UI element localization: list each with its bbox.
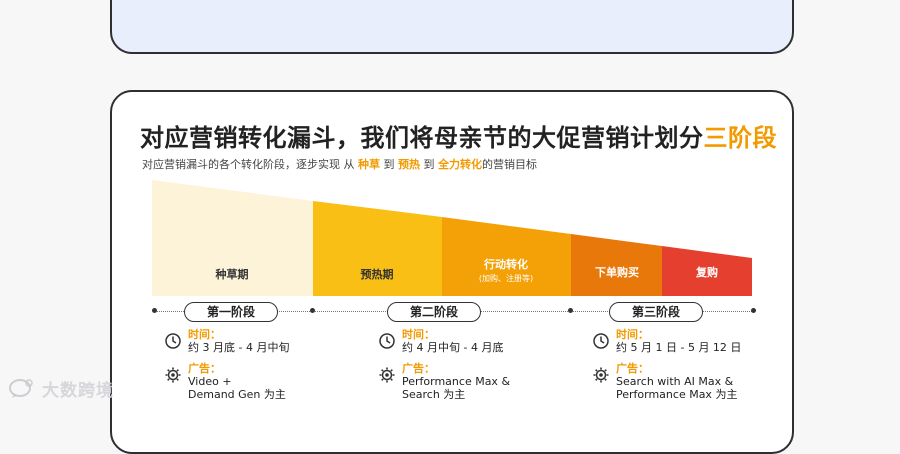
gear-icon: [379, 367, 395, 383]
ad-line-2: Performance Max 为主: [616, 388, 738, 401]
ad-label: 广告：: [616, 362, 649, 375]
stage-1-ads: 广告： Video + Demand Gen 为主: [164, 362, 364, 401]
subtitle-to: 到: [420, 158, 438, 171]
funnel-label-purchase: 下单购买: [595, 265, 639, 279]
funnel-label-warmup: 预热期: [361, 267, 394, 281]
stage-1-details: 时间： 约 3 月底 - 4 月中旬 广告： Video + Demand Ge…: [164, 328, 364, 409]
watermark-text: 大数跨境: [42, 380, 114, 401]
ad-line-1: Performance Max &: [402, 375, 511, 388]
plan-card: 对应营销转化漏斗，我们将母亲节的大促营销计划分三阶段 对应营销漏斗的各个转化阶段…: [110, 90, 794, 454]
page-title: 对应营销转化漏斗，我们将母亲节的大促营销计划分三阶段: [140, 118, 777, 153]
timeline-dot: [568, 308, 573, 313]
ad-line-2: Search 为主: [402, 388, 466, 401]
stage-1-time: 时间： 约 3 月底 - 4 月中旬: [164, 328, 364, 354]
time-value: 约 3 月底 - 4 月中旬: [188, 341, 290, 354]
gear-icon: [593, 367, 609, 383]
stage-2-pill: 第二阶段: [387, 302, 482, 322]
time-label: 时间：: [188, 328, 221, 341]
stage-2-ads: 广告： Performance Max & Search 为主: [378, 362, 578, 401]
ad-line-1: Video +: [188, 375, 232, 388]
ad-line-1: Search with AI Max &: [616, 375, 734, 388]
stage-3-pill: 第三阶段: [609, 302, 704, 322]
time-label: 时间：: [616, 328, 649, 341]
timeline-dot: [751, 308, 756, 313]
funnel-label-repurchase: 复购: [695, 265, 718, 279]
title-highlight: 三阶段: [703, 124, 777, 152]
page-subtitle: 对应营销漏斗的各个转化阶段，逐步实现 从 种草 到 预热 到 全力转化的营销目标: [142, 156, 537, 172]
subtitle-keyword-warmup: 预热: [398, 158, 420, 171]
timeline-dot: [152, 308, 157, 313]
title-main: 对应营销转化漏斗，我们将母亲节的大促营销计划分: [140, 124, 704, 152]
ad-label: 广告：: [402, 362, 435, 375]
time-value: 约 4 月中旬 - 4 月底: [402, 341, 504, 354]
funnel-label-seeding: 种草期: [215, 267, 249, 281]
funnel-label-action: 行动转化: [483, 257, 528, 271]
stage-2-time: 时间： 约 4 月中旬 - 4 月底: [378, 328, 578, 354]
ad-label: 广告：: [188, 362, 221, 375]
gear-icon: [165, 367, 181, 383]
stage-3-details: 时间： 约 5 月 1 日 - 5 月 12 日 广告： Search with…: [592, 328, 792, 409]
funnel-segment-action: [442, 217, 571, 296]
subtitle-keyword-seeding: 种草: [358, 158, 380, 171]
stage-3-time: 时间： 约 5 月 1 日 - 5 月 12 日: [592, 328, 792, 354]
clock-icon: [165, 333, 181, 349]
stage-2-details: 时间： 约 4 月中旬 - 4 月底 广告： Performance Max &…: [378, 328, 578, 409]
watermark: 大数跨境: [8, 376, 114, 401]
stage-3-ads: 广告： Search with AI Max & Performance Max…: [592, 362, 792, 401]
timeline-dot: [310, 308, 315, 313]
subtitle-keyword-conversion: 全力转化: [438, 158, 482, 171]
marketing-funnel: 种草期 预热期 行动转化 (加购、注册等) 下单购买 复购: [152, 180, 752, 296]
brand-logo-icon: [9, 379, 33, 398]
stage-1-pill: 第一阶段: [184, 302, 279, 322]
clock-icon: [379, 333, 395, 349]
time-value: 约 5 月 1 日 - 5 月 12 日: [616, 341, 742, 354]
time-label: 时间：: [402, 328, 435, 341]
clock-icon: [593, 333, 609, 349]
funnel-segment-warmup: [313, 201, 442, 296]
ad-line-2: Demand Gen 为主: [188, 388, 286, 401]
previous-card: [110, 0, 794, 54]
funnel-sublabel-action: (加购、注册等): [479, 273, 533, 283]
subtitle-suffix: 的营销目标: [482, 158, 537, 171]
subtitle-prefix: 对应营销漏斗的各个转化阶段，逐步实现 从: [142, 158, 358, 171]
subtitle-to: 到: [380, 158, 398, 171]
funnel-segment-purchase: [571, 234, 662, 296]
